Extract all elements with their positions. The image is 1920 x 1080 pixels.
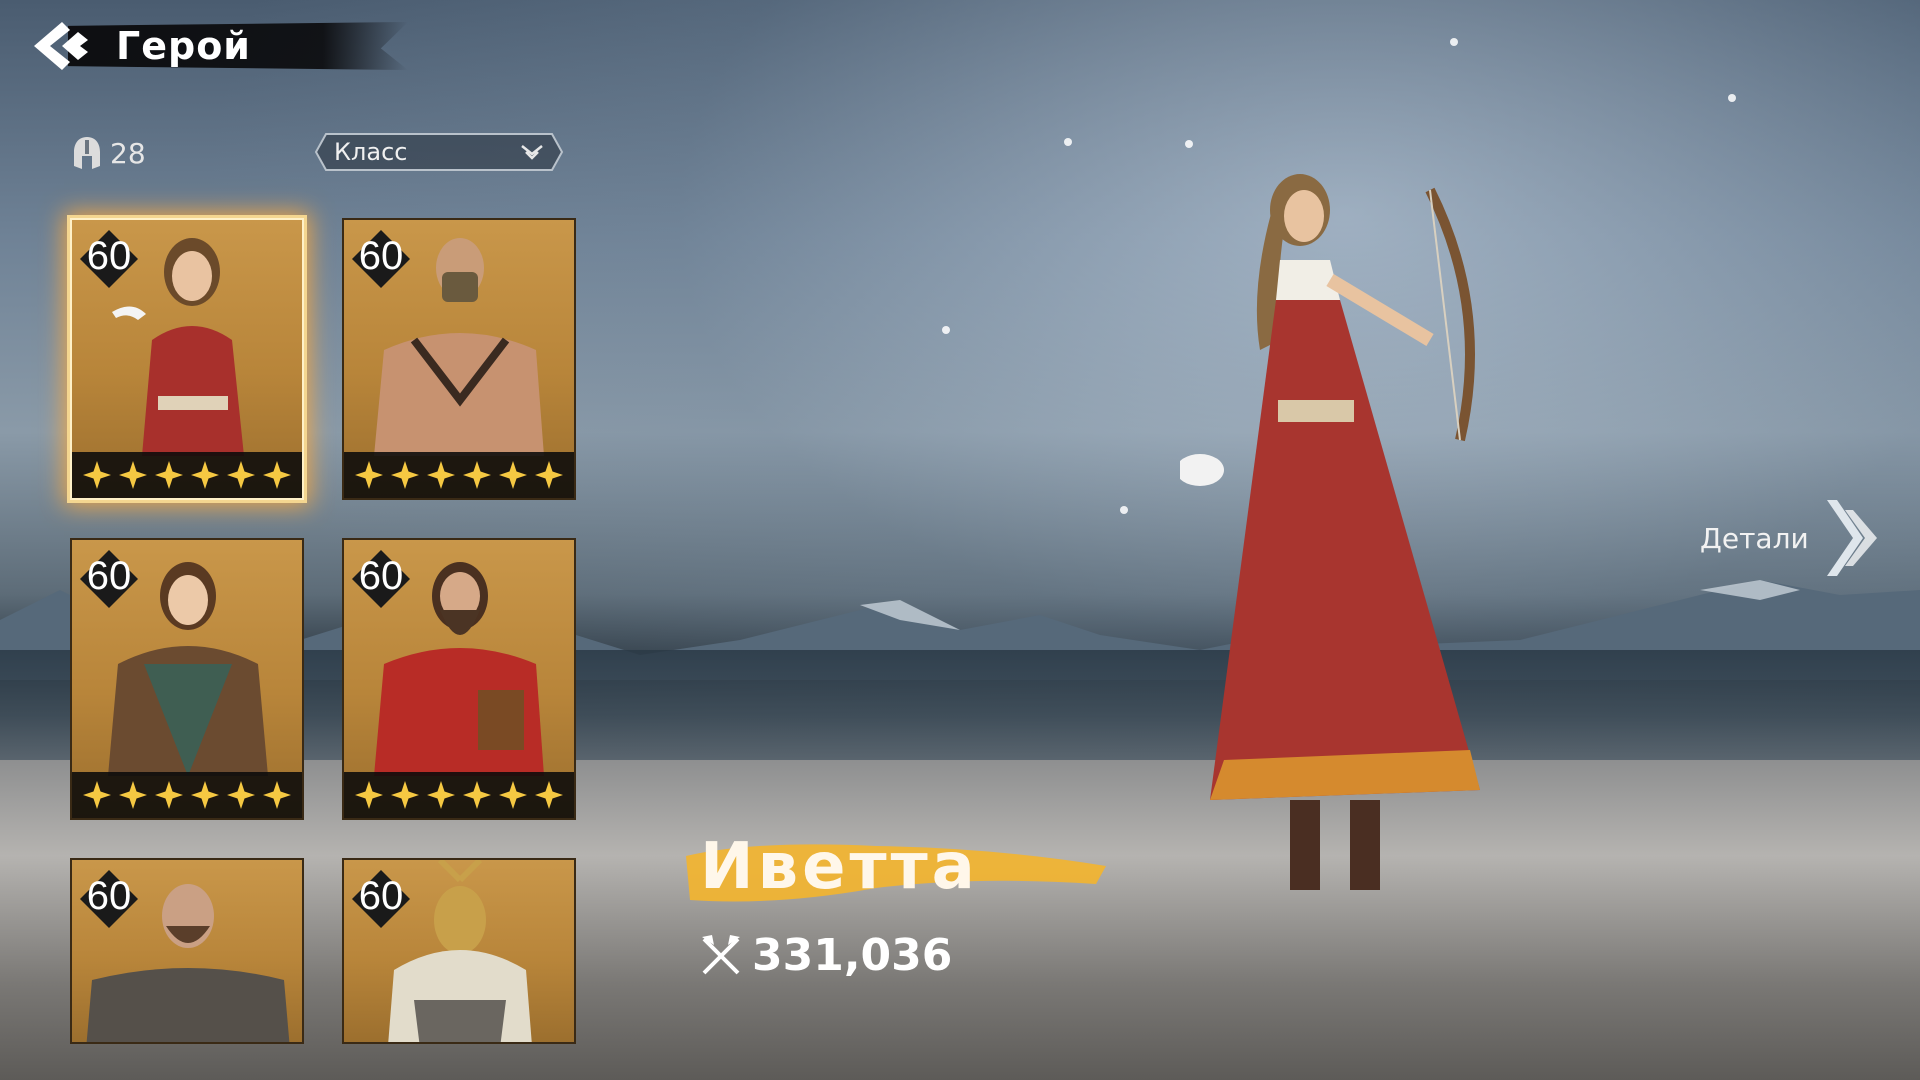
star-icon	[83, 781, 111, 809]
star-icon	[119, 781, 147, 809]
star-icon	[263, 461, 291, 489]
star-icon	[391, 781, 419, 809]
snowflake	[1450, 38, 1458, 46]
selected-hero-figure	[1180, 174, 1480, 890]
star-icon	[263, 781, 291, 809]
hero-count-value: 28	[110, 136, 146, 170]
class-filter-dropdown[interactable]: Класс	[314, 132, 564, 172]
star-rating	[72, 452, 302, 498]
snowflake	[1185, 140, 1193, 148]
star-icon	[535, 781, 563, 809]
class-filter-label: Класс	[334, 138, 408, 166]
star-icon	[155, 781, 183, 809]
star-icon	[499, 461, 527, 489]
snowflake	[1064, 138, 1072, 146]
star-icon	[427, 781, 455, 809]
level-badge: 60	[350, 548, 412, 610]
star-icon	[119, 461, 147, 489]
hero-card[interactable]: 60	[70, 858, 304, 1044]
star-icon	[155, 461, 183, 489]
star-icon	[499, 781, 527, 809]
star-rating	[72, 772, 302, 818]
back-arrow-icon[interactable]	[28, 18, 92, 74]
star-icon	[535, 461, 563, 489]
hero-name: Иветта	[700, 830, 979, 904]
star-icon	[355, 781, 383, 809]
hero-card[interactable]: 60	[342, 218, 576, 500]
level-badge: 60	[78, 228, 140, 290]
hero-card[interactable]: 60	[70, 218, 304, 500]
header: Герой	[28, 18, 408, 74]
level-badge: 60	[350, 228, 412, 290]
helmet-icon	[74, 137, 100, 169]
level-badge: 60	[350, 868, 412, 930]
star-icon	[355, 461, 383, 489]
details-label: Детали	[1700, 521, 1809, 555]
snowflake	[1120, 506, 1128, 514]
details-button[interactable]: Детали	[1700, 496, 1883, 580]
hero-card[interactable]: 60	[342, 538, 576, 820]
hero-card[interactable]: 60	[342, 858, 576, 1044]
page-title: Герой	[116, 24, 251, 68]
snowflake	[1728, 94, 1736, 102]
level-badge: 60	[78, 548, 140, 610]
star-icon	[463, 461, 491, 489]
hero-power: 331,036	[698, 930, 952, 981]
crossed-axes-icon	[702, 934, 740, 974]
star-icon	[227, 461, 255, 489]
star-icon	[227, 781, 255, 809]
star-icon	[191, 781, 219, 809]
star-icon	[463, 781, 491, 809]
hero-power-value: 331,036	[752, 930, 953, 981]
snowflake	[942, 326, 950, 334]
double-chevron-right-icon	[1826, 500, 1877, 576]
hero-card[interactable]: 60	[70, 538, 304, 820]
star-icon	[391, 461, 419, 489]
star-rating	[344, 772, 574, 818]
level-badge: 60	[78, 868, 140, 930]
star-rating	[344, 452, 574, 498]
star-icon	[191, 461, 219, 489]
star-icon	[83, 461, 111, 489]
star-icon	[427, 461, 455, 489]
hero-count: 28	[72, 136, 146, 170]
